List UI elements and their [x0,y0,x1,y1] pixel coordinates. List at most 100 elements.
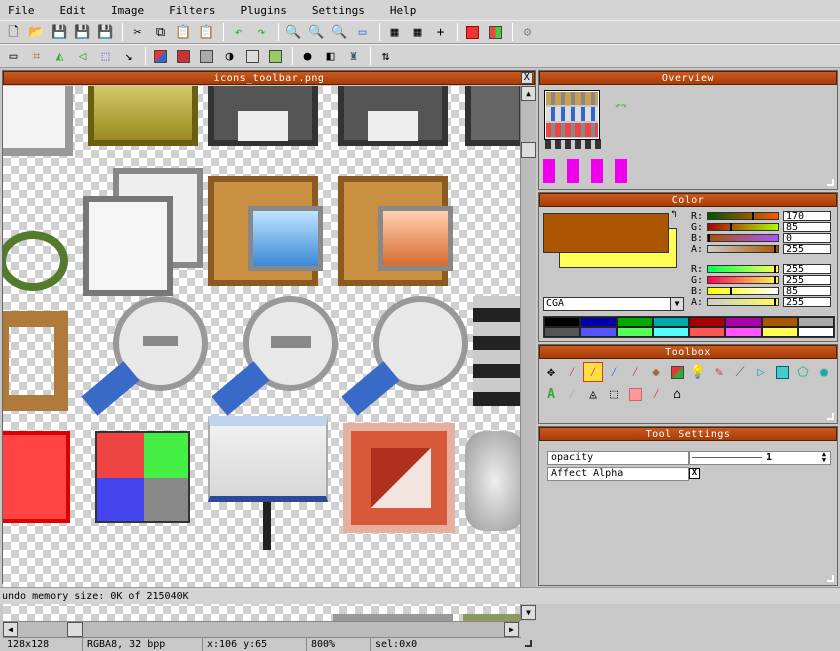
scroll-down-button[interactable]: ▼ [521,605,536,620]
presentation-icon[interactable]: ▭ [352,22,373,42]
flip-h-icon[interactable]: ◭ [49,46,70,66]
resize-grip-icon[interactable] [827,179,834,186]
color-red-icon[interactable] [462,22,483,42]
wand-icon[interactable]: ⁄ [646,384,666,404]
palette-swatch[interactable] [544,317,581,327]
dot-icon[interactable]: ● [297,46,318,66]
swap-icon[interactable]: ⇅ [375,46,396,66]
resize-grip-icon[interactable] [827,413,834,420]
palette-swatch[interactable] [725,327,762,337]
paste-new-icon[interactable]: 📋 [196,22,217,42]
foreground-color-swatch[interactable] [543,213,669,253]
pipette-icon[interactable]: ⁄ [625,362,645,382]
palette-swatch[interactable] [761,327,798,337]
paste-icon[interactable]: 📋 [173,22,194,42]
polygon-icon[interactable]: ⬠ [793,362,813,382]
filter2-icon[interactable] [265,46,286,66]
settings-gear-icon[interactable]: ⚙ [517,22,538,42]
save-as-icon[interactable]: 💾 [72,22,93,42]
palette-swatch[interactable] [797,317,834,327]
undo-icon[interactable]: ↶ [228,22,249,42]
pen-icon[interactable]: ⁄ [604,362,624,382]
bg-g-slider-mark[interactable] [774,276,776,284]
bg-a-slider-mark[interactable] [774,298,776,306]
redo-icon[interactable]: ↷ [251,22,272,42]
horizontal-scrollbar[interactable]: ◀ ▶ [3,621,520,637]
play-icon[interactable]: ▷ [751,362,771,382]
fg-b-slider-mark[interactable] [708,234,710,242]
lightbulb-icon[interactable]: 💡 [688,362,708,382]
fg-a-value[interactable]: 255 [783,244,831,255]
fill-icon[interactable] [667,362,687,382]
fg-g-value[interactable]: 85 [783,222,831,233]
bg-a-value[interactable]: 255 [783,297,831,308]
copy-icon[interactable]: ⧉ [150,22,171,42]
palette-swatch[interactable] [580,317,617,327]
line-icon[interactable]: ⟋ [730,362,750,382]
checker-bg-icon[interactable]: ▦ [384,22,405,42]
scroll-right-button[interactable]: ▶ [504,622,519,637]
opacity-value[interactable]: 1 [766,452,772,464]
circle-icon[interactable]: ● [814,362,834,382]
chevron-down-icon[interactable]: ▼ [670,298,683,310]
swap-colors-icon[interactable]: ↰ [671,209,677,220]
resize-grip-icon[interactable] [525,640,532,647]
palette-select[interactable]: CGA ▼ [543,297,684,311]
menu-settings[interactable]: Settings [312,4,365,17]
fg-b-slider[interactable] [707,234,779,242]
fg-a-slider[interactable] [707,245,779,253]
menu-file[interactable]: File [8,4,35,17]
grid-icon[interactable]: ▦ [407,22,428,42]
text-icon[interactable]: A [541,384,561,404]
bg-b-slider-mark[interactable] [729,287,732,295]
brush-selected-icon[interactable]: ⁄ [583,362,603,382]
clone-icon[interactable] [625,384,645,404]
fg-g-slider-mark[interactable] [729,223,732,231]
measure-icon[interactable]: ⌂ [667,384,687,404]
opacity-spinner[interactable]: 1 ▲ ▼ [689,451,831,465]
bg-g-slider[interactable] [707,276,779,284]
zoom-fit-icon[interactable]: 🔍 [329,22,350,42]
triangle-icon[interactable]: ◬ [583,384,603,404]
zoom-out-icon[interactable]: 🔍 [306,22,327,42]
bg-b-slider[interactable] [707,287,779,295]
smudge-icon[interactable]: ⁄ [562,384,582,404]
save-icon[interactable]: 💾 [49,22,70,42]
overview-viewport-rect[interactable] [544,90,600,140]
save-all-icon[interactable]: 💾 [95,22,116,42]
overview-thumbnail[interactable]: ↶↷ [543,89,663,185]
resize-icon[interactable]: ⬚ [95,46,116,66]
fg-b-value[interactable]: 0 [783,233,831,244]
close-icon[interactable]: X [521,72,533,84]
menu-plugins[interactable]: Plugins [240,4,286,17]
frame3-icon[interactable] [196,46,217,66]
palette-swatch[interactable] [761,317,798,327]
opacity-track[interactable] [692,457,762,458]
palette-swatch[interactable] [652,327,689,337]
color-quad-icon[interactable] [485,22,506,42]
image-canvas[interactable] [3,86,520,621]
filter1-icon[interactable] [242,46,263,66]
horizontal-scroll-thumb[interactable] [67,622,83,637]
bg-b-value[interactable]: 85 [783,286,831,297]
resize-grip-icon[interactable] [827,575,834,582]
crop-icon[interactable]: ⌗ [26,46,47,66]
bg-g-value[interactable]: 255 [783,275,831,286]
palette-swatch[interactable] [616,327,653,337]
fg-r-slider[interactable] [707,212,779,220]
bg-r-value[interactable]: 255 [783,264,831,275]
menu-filters[interactable]: Filters [169,4,215,17]
rect-icon[interactable] [772,362,792,382]
palette-swatch[interactable] [689,327,726,337]
scroll-left-button[interactable]: ◀ [3,622,18,637]
new-file-icon[interactable]: 🗋 [3,22,24,42]
zoom-in-icon[interactable]: 🔍 [283,22,304,42]
frame2-icon[interactable] [173,46,194,66]
palette-swatch[interactable] [797,327,834,337]
menu-image[interactable]: Image [111,4,144,17]
flip-v-icon[interactable]: ◁ [72,46,93,66]
arrow-icon[interactable]: ↘ [118,46,139,66]
fg-r-value[interactable]: 170 [783,211,831,222]
bg-r-slider[interactable] [707,265,779,273]
eraser-icon[interactable]: ◆ [646,362,666,382]
